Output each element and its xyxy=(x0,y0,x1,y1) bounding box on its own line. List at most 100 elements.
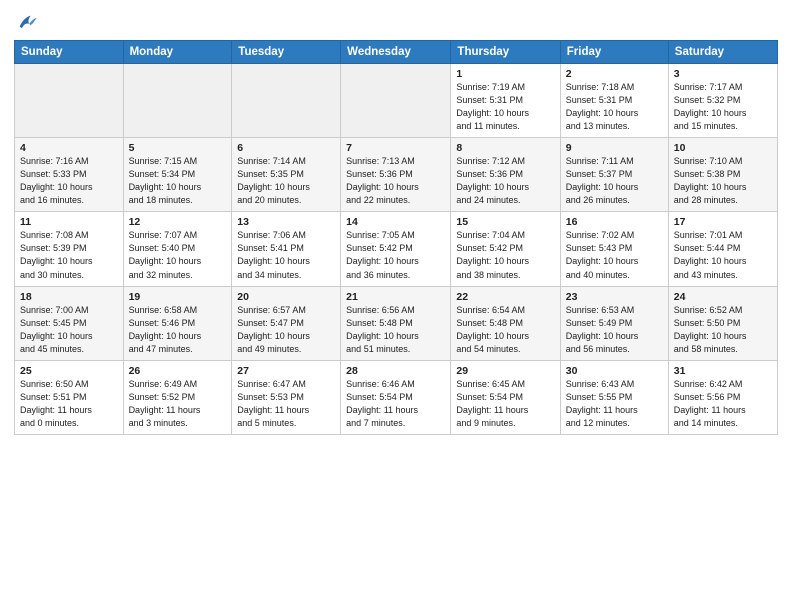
calendar-cell: 11Sunrise: 7:08 AM Sunset: 5:39 PM Dayli… xyxy=(15,212,124,286)
day-number: 15 xyxy=(456,216,554,228)
day-number: 27 xyxy=(237,365,335,377)
page: SundayMondayTuesdayWednesdayThursdayFrid… xyxy=(0,0,792,612)
day-number: 11 xyxy=(20,216,118,228)
day-info: Sunrise: 7:16 AM Sunset: 5:33 PM Dayligh… xyxy=(20,155,118,207)
day-info: Sunrise: 6:46 AM Sunset: 5:54 PM Dayligh… xyxy=(346,378,445,430)
calendar-cell xyxy=(15,64,124,138)
calendar-cell: 15Sunrise: 7:04 AM Sunset: 5:42 PM Dayli… xyxy=(451,212,560,286)
calendar-cell: 26Sunrise: 6:49 AM Sunset: 5:52 PM Dayli… xyxy=(123,360,232,434)
week-row-1: 1Sunrise: 7:19 AM Sunset: 5:31 PM Daylig… xyxy=(15,64,778,138)
day-number: 6 xyxy=(237,142,335,154)
calendar-cell: 1Sunrise: 7:19 AM Sunset: 5:31 PM Daylig… xyxy=(451,64,560,138)
day-info: Sunrise: 6:50 AM Sunset: 5:51 PM Dayligh… xyxy=(20,378,118,430)
day-number: 16 xyxy=(566,216,663,228)
day-info: Sunrise: 6:58 AM Sunset: 5:46 PM Dayligh… xyxy=(129,304,227,356)
calendar-cell: 14Sunrise: 7:05 AM Sunset: 5:42 PM Dayli… xyxy=(341,212,451,286)
day-number: 22 xyxy=(456,291,554,303)
calendar-cell xyxy=(232,64,341,138)
day-info: Sunrise: 7:00 AM Sunset: 5:45 PM Dayligh… xyxy=(20,304,118,356)
day-number: 26 xyxy=(129,365,227,377)
day-number: 4 xyxy=(20,142,118,154)
day-number: 5 xyxy=(129,142,227,154)
calendar-cell: 2Sunrise: 7:18 AM Sunset: 5:31 PM Daylig… xyxy=(560,64,668,138)
calendar-cell: 5Sunrise: 7:15 AM Sunset: 5:34 PM Daylig… xyxy=(123,138,232,212)
day-info: Sunrise: 7:10 AM Sunset: 5:38 PM Dayligh… xyxy=(674,155,772,207)
day-number: 23 xyxy=(566,291,663,303)
calendar-cell: 4Sunrise: 7:16 AM Sunset: 5:33 PM Daylig… xyxy=(15,138,124,212)
calendar-cell: 10Sunrise: 7:10 AM Sunset: 5:38 PM Dayli… xyxy=(668,138,777,212)
day-info: Sunrise: 6:42 AM Sunset: 5:56 PM Dayligh… xyxy=(674,378,772,430)
weekday-header-monday: Monday xyxy=(123,41,232,64)
calendar-cell: 9Sunrise: 7:11 AM Sunset: 5:37 PM Daylig… xyxy=(560,138,668,212)
day-number: 2 xyxy=(566,68,663,80)
day-number: 25 xyxy=(20,365,118,377)
day-info: Sunrise: 7:01 AM Sunset: 5:44 PM Dayligh… xyxy=(674,229,772,281)
header xyxy=(14,10,778,34)
logo xyxy=(14,14,38,34)
day-info: Sunrise: 7:17 AM Sunset: 5:32 PM Dayligh… xyxy=(674,81,772,133)
week-row-2: 4Sunrise: 7:16 AM Sunset: 5:33 PM Daylig… xyxy=(15,138,778,212)
calendar-cell: 3Sunrise: 7:17 AM Sunset: 5:32 PM Daylig… xyxy=(668,64,777,138)
day-number: 8 xyxy=(456,142,554,154)
weekday-header-thursday: Thursday xyxy=(451,41,560,64)
calendar-cell: 20Sunrise: 6:57 AM Sunset: 5:47 PM Dayli… xyxy=(232,286,341,360)
day-info: Sunrise: 7:18 AM Sunset: 5:31 PM Dayligh… xyxy=(566,81,663,133)
day-number: 30 xyxy=(566,365,663,377)
calendar-cell: 25Sunrise: 6:50 AM Sunset: 5:51 PM Dayli… xyxy=(15,360,124,434)
day-info: Sunrise: 7:11 AM Sunset: 5:37 PM Dayligh… xyxy=(566,155,663,207)
weekday-header-saturday: Saturday xyxy=(668,41,777,64)
day-number: 1 xyxy=(456,68,554,80)
calendar-cell xyxy=(123,64,232,138)
day-number: 17 xyxy=(674,216,772,228)
calendar-cell: 6Sunrise: 7:14 AM Sunset: 5:35 PM Daylig… xyxy=(232,138,341,212)
calendar-cell: 29Sunrise: 6:45 AM Sunset: 5:54 PM Dayli… xyxy=(451,360,560,434)
day-number: 18 xyxy=(20,291,118,303)
calendar-cell: 16Sunrise: 7:02 AM Sunset: 5:43 PM Dayli… xyxy=(560,212,668,286)
calendar-cell: 7Sunrise: 7:13 AM Sunset: 5:36 PM Daylig… xyxy=(341,138,451,212)
day-info: Sunrise: 6:52 AM Sunset: 5:50 PM Dayligh… xyxy=(674,304,772,356)
calendar-cell: 24Sunrise: 6:52 AM Sunset: 5:50 PM Dayli… xyxy=(668,286,777,360)
week-row-3: 11Sunrise: 7:08 AM Sunset: 5:39 PM Dayli… xyxy=(15,212,778,286)
day-info: Sunrise: 7:13 AM Sunset: 5:36 PM Dayligh… xyxy=(346,155,445,207)
calendar-cell: 23Sunrise: 6:53 AM Sunset: 5:49 PM Dayli… xyxy=(560,286,668,360)
day-number: 29 xyxy=(456,365,554,377)
day-info: Sunrise: 6:47 AM Sunset: 5:53 PM Dayligh… xyxy=(237,378,335,430)
weekday-header-friday: Friday xyxy=(560,41,668,64)
weekday-header-wednesday: Wednesday xyxy=(341,41,451,64)
weekday-header-row: SundayMondayTuesdayWednesdayThursdayFrid… xyxy=(15,41,778,64)
day-info: Sunrise: 7:04 AM Sunset: 5:42 PM Dayligh… xyxy=(456,229,554,281)
day-info: Sunrise: 7:15 AM Sunset: 5:34 PM Dayligh… xyxy=(129,155,227,207)
calendar-cell: 31Sunrise: 6:42 AM Sunset: 5:56 PM Dayli… xyxy=(668,360,777,434)
day-number: 13 xyxy=(237,216,335,228)
calendar-cell xyxy=(341,64,451,138)
calendar-cell: 22Sunrise: 6:54 AM Sunset: 5:48 PM Dayli… xyxy=(451,286,560,360)
calendar-cell: 13Sunrise: 7:06 AM Sunset: 5:41 PM Dayli… xyxy=(232,212,341,286)
week-row-4: 18Sunrise: 7:00 AM Sunset: 5:45 PM Dayli… xyxy=(15,286,778,360)
logo-bird-icon xyxy=(16,12,38,34)
day-info: Sunrise: 6:56 AM Sunset: 5:48 PM Dayligh… xyxy=(346,304,445,356)
day-info: Sunrise: 6:45 AM Sunset: 5:54 PM Dayligh… xyxy=(456,378,554,430)
day-info: Sunrise: 7:19 AM Sunset: 5:31 PM Dayligh… xyxy=(456,81,554,133)
day-info: Sunrise: 7:02 AM Sunset: 5:43 PM Dayligh… xyxy=(566,229,663,281)
day-number: 12 xyxy=(129,216,227,228)
day-info: Sunrise: 6:53 AM Sunset: 5:49 PM Dayligh… xyxy=(566,304,663,356)
day-number: 20 xyxy=(237,291,335,303)
day-number: 31 xyxy=(674,365,772,377)
day-info: Sunrise: 7:06 AM Sunset: 5:41 PM Dayligh… xyxy=(237,229,335,281)
calendar-cell: 27Sunrise: 6:47 AM Sunset: 5:53 PM Dayli… xyxy=(232,360,341,434)
day-info: Sunrise: 7:12 AM Sunset: 5:36 PM Dayligh… xyxy=(456,155,554,207)
weekday-header-tuesday: Tuesday xyxy=(232,41,341,64)
day-info: Sunrise: 6:57 AM Sunset: 5:47 PM Dayligh… xyxy=(237,304,335,356)
calendar-cell: 12Sunrise: 7:07 AM Sunset: 5:40 PM Dayli… xyxy=(123,212,232,286)
calendar-cell: 8Sunrise: 7:12 AM Sunset: 5:36 PM Daylig… xyxy=(451,138,560,212)
calendar-cell: 17Sunrise: 7:01 AM Sunset: 5:44 PM Dayli… xyxy=(668,212,777,286)
day-info: Sunrise: 7:07 AM Sunset: 5:40 PM Dayligh… xyxy=(129,229,227,281)
calendar-cell: 21Sunrise: 6:56 AM Sunset: 5:48 PM Dayli… xyxy=(341,286,451,360)
calendar-table: SundayMondayTuesdayWednesdayThursdayFrid… xyxy=(14,40,778,435)
calendar-cell: 30Sunrise: 6:43 AM Sunset: 5:55 PM Dayli… xyxy=(560,360,668,434)
week-row-5: 25Sunrise: 6:50 AM Sunset: 5:51 PM Dayli… xyxy=(15,360,778,434)
day-info: Sunrise: 7:08 AM Sunset: 5:39 PM Dayligh… xyxy=(20,229,118,281)
day-info: Sunrise: 7:14 AM Sunset: 5:35 PM Dayligh… xyxy=(237,155,335,207)
day-number: 19 xyxy=(129,291,227,303)
day-number: 21 xyxy=(346,291,445,303)
